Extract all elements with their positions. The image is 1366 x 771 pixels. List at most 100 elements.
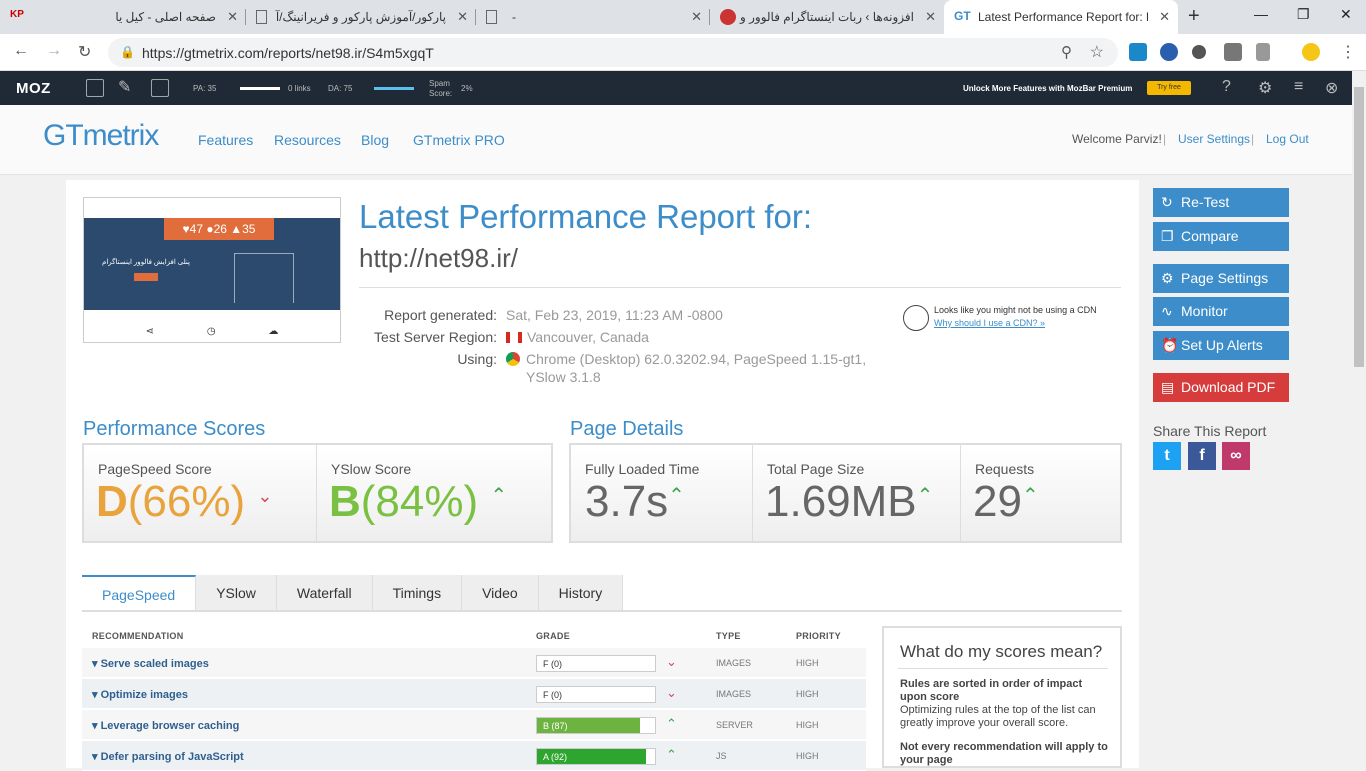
star-icon[interactable]: ☆ bbox=[1090, 42, 1104, 62]
col-recommendation[interactable]: RECOMMENDATION bbox=[92, 631, 184, 641]
tab-title: Latest Performance Report for: h bbox=[978, 10, 1148, 24]
pa-bar bbox=[240, 87, 280, 90]
gear-icon: ⚙ bbox=[1161, 270, 1174, 286]
menu-icon[interactable]: ⋮ bbox=[1340, 42, 1356, 62]
expand-icon: ▾ bbox=[92, 689, 101, 701]
close-icon[interactable]: ✕ bbox=[457, 9, 468, 25]
table-row[interactable]: ▾ Serve scaled images F (0) ⌄ IMAGES HIG… bbox=[82, 648, 866, 678]
retest-button[interactable]: ↻ Re-Test bbox=[1153, 188, 1289, 217]
tab-yslow[interactable]: YSlow bbox=[196, 575, 277, 611]
gear-icon[interactable]: ⚙ bbox=[1258, 78, 1272, 98]
nav-resources[interactable]: Resources bbox=[274, 132, 341, 148]
help-icon[interactable]: ? bbox=[1222, 78, 1231, 96]
hamburger-icon[interactable]: ≡ bbox=[1294, 78, 1303, 96]
browser-tab-active[interactable]: GT Latest Performance Report for: h ✕ bbox=[944, 0, 1178, 34]
chevron-up-icon: ⌃ bbox=[666, 747, 677, 762]
rec-name: Leverage browser caching bbox=[100, 720, 240, 732]
close-icon[interactable]: ✕ bbox=[691, 9, 702, 25]
table-row[interactable]: ▾ Optimize images F (0) ⌄ IMAGES HIGH bbox=[82, 679, 866, 709]
scores-note-bold: Not every recommendation will apply to y… bbox=[900, 741, 1108, 766]
maximize-icon[interactable]: ❐ bbox=[1297, 6, 1310, 23]
expand-icon: ▾ bbox=[92, 751, 101, 763]
close-icon[interactable]: ✕ bbox=[227, 9, 238, 25]
page-settings-label: Page Settings bbox=[1181, 270, 1269, 286]
da-score: DA: 75 bbox=[328, 84, 353, 93]
report-url: http://net98.ir/ bbox=[359, 243, 518, 273]
expand-icon: ▾ bbox=[92, 720, 101, 732]
facebook-icon[interactable]: f bbox=[1188, 442, 1216, 470]
profile-avatar[interactable] bbox=[1302, 43, 1320, 61]
try-free-button[interactable]: Try free bbox=[1147, 81, 1191, 95]
col-type[interactable]: TYPE bbox=[716, 631, 741, 641]
tab-history[interactable]: History bbox=[538, 575, 624, 611]
rec-name: Defer parsing of JavaScript bbox=[100, 751, 244, 763]
premium-text: Unlock More Features with MozBar Premium bbox=[963, 84, 1133, 93]
user-settings-link[interactable]: User Settings bbox=[1178, 132, 1250, 146]
link-icon[interactable]: ∞ bbox=[1222, 442, 1250, 470]
scrollbar[interactable] bbox=[1352, 71, 1366, 768]
minimize-icon[interactable]: — bbox=[1254, 6, 1268, 22]
mozbar-extension-icon[interactable] bbox=[1129, 43, 1147, 61]
monitor-label: Monitor bbox=[1181, 303, 1228, 319]
tab-title: پارکور/آموزش پارکور و فریرانینگ/آ bbox=[275, 10, 446, 24]
pencil-icon[interactable]: ✎ bbox=[118, 77, 136, 96]
url-text[interactable]: https://gtmetrix.com/reports/net98.ir/S4… bbox=[142, 45, 434, 61]
col-priority[interactable]: PRIORITY bbox=[796, 631, 841, 641]
keyword-icon[interactable] bbox=[151, 79, 169, 97]
reload-icon[interactable]: ↻ bbox=[78, 42, 91, 62]
retest-label: Re-Test bbox=[1181, 194, 1230, 210]
browser-tab[interactable]: - ✕ bbox=[476, 0, 710, 34]
logout-link[interactable]: Log Out bbox=[1266, 132, 1309, 146]
browser-tab[interactable]: افزونه‌ها › ربات اینستاگرام فالوور و ✕ bbox=[710, 0, 944, 34]
browser-tab[interactable]: پارکور/آموزش پارکور و فریرانینگ/آ ✕ bbox=[246, 0, 476, 34]
col-grade[interactable]: GRADE bbox=[536, 631, 570, 641]
extension-icon[interactable] bbox=[1192, 45, 1206, 59]
back-icon[interactable]: ← bbox=[13, 42, 29, 60]
extension-icon[interactable] bbox=[1224, 43, 1242, 61]
grade-text: F (0) bbox=[543, 690, 562, 700]
extension-icon[interactable] bbox=[1160, 43, 1178, 61]
analyze-icon[interactable] bbox=[86, 79, 104, 97]
tab-video[interactable]: Video bbox=[462, 575, 539, 611]
close-icon[interactable]: ⊗ bbox=[1325, 78, 1338, 98]
set-up-alerts-button[interactable]: ⏰ Set Up Alerts bbox=[1153, 331, 1289, 360]
yslow-percent: (84%) bbox=[360, 477, 479, 526]
page-screenshot[interactable]: ♥47 ●26 ▲35 پنلی افزایش فالوور اینستاگرا… bbox=[83, 197, 341, 343]
nav-gtmetrix-pro[interactable]: GTmetrix PRO bbox=[413, 132, 505, 148]
scrollbar-thumb[interactable] bbox=[1354, 87, 1364, 367]
spam-value: 2% bbox=[461, 84, 473, 93]
load-time-value: 3.7s bbox=[585, 477, 669, 526]
scores-rule-text: Optimizing rules at the top of the list … bbox=[900, 704, 1096, 729]
close-icon[interactable]: ✕ bbox=[925, 9, 936, 25]
compare-button[interactable]: ❐ Compare bbox=[1153, 222, 1289, 251]
thumb-caption: پنلی افزایش فالوور اینستاگرام bbox=[102, 259, 190, 266]
grade-bar: B (87) bbox=[536, 717, 656, 734]
alarm-clock-icon: ⏰ bbox=[1161, 337, 1179, 353]
stats-banner: ♥47 ●26 ▲35 bbox=[164, 218, 274, 240]
forward-icon[interactable]: → bbox=[46, 42, 62, 60]
tab-pagespeed[interactable]: PageSpeed bbox=[82, 575, 197, 611]
gtmetrix-logo[interactable]: GTmetrix bbox=[43, 119, 159, 153]
table-row[interactable]: ▾ Leverage browser caching B (87) ⌃ SERV… bbox=[82, 710, 866, 740]
performance-scores-title: Performance Scores bbox=[83, 418, 266, 440]
monitor-button[interactable]: ∿ Monitor bbox=[1153, 297, 1289, 326]
omnibox[interactable]: 🔒 https://gtmetrix.com/reports/net98.ir/… bbox=[108, 38, 1118, 67]
tab-timings[interactable]: Timings bbox=[372, 575, 463, 611]
tab-waterfall[interactable]: Waterfall bbox=[276, 575, 373, 611]
nav-features[interactable]: Features bbox=[198, 132, 253, 148]
close-icon[interactable]: ✕ bbox=[1159, 9, 1170, 25]
download-pdf-button[interactable]: ▤ Download PDF bbox=[1153, 373, 1289, 402]
search-icon[interactable]: ⚲ bbox=[1061, 43, 1072, 61]
table-row[interactable]: ▾ Defer parsing of JavaScript A (92) ⌃ J… bbox=[82, 741, 866, 771]
close-window-icon[interactable]: ✕ bbox=[1340, 6, 1352, 23]
twitter-icon[interactable]: t bbox=[1153, 442, 1181, 470]
expand-icon: ▾ bbox=[92, 658, 101, 670]
pdf-label: Download PDF bbox=[1181, 379, 1276, 395]
browser-tab[interactable]: KP صفحه اصلی - کیل یا ✕ bbox=[0, 0, 246, 34]
nav-blog[interactable]: Blog bbox=[361, 132, 389, 148]
new-tab-icon[interactable]: + bbox=[1188, 5, 1200, 28]
extension-icon[interactable] bbox=[1256, 43, 1270, 61]
page-settings-button[interactable]: ⚙ Page Settings bbox=[1153, 264, 1289, 293]
requests-label: Requests bbox=[975, 461, 1035, 477]
cdn-link[interactable]: Why should I use a CDN? » bbox=[934, 318, 1097, 328]
